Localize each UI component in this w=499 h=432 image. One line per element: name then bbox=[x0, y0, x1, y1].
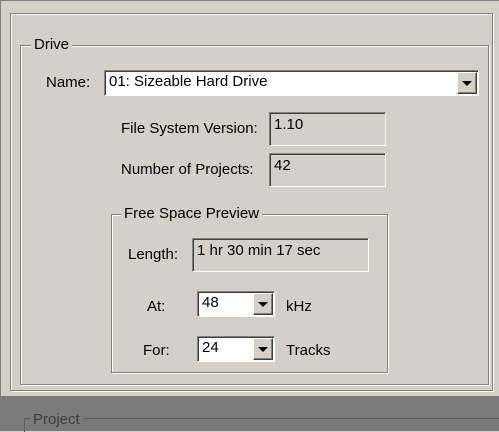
for-label: For: bbox=[143, 342, 170, 359]
chevron-down-icon bbox=[258, 346, 268, 352]
fs-version-field: 1.10 bbox=[269, 112, 386, 146]
length-label: Length: bbox=[128, 246, 179, 263]
num-projects-field: 42 bbox=[269, 153, 386, 187]
length-field: 1 hr 30 min 17 sec bbox=[192, 238, 369, 272]
drive-name-dropdown-button[interactable] bbox=[457, 72, 477, 94]
project-group-label: Project bbox=[30, 412, 83, 428]
drive-name-select[interactable]: 01: Sizeable Hard Drive bbox=[104, 70, 479, 96]
drive-group-label: Drive bbox=[31, 37, 73, 53]
drive-name-value: 01: Sizeable Hard Drive bbox=[109, 73, 268, 90]
chevron-down-icon bbox=[462, 80, 472, 86]
project-groupbox bbox=[24, 418, 499, 432]
for-value: 24 bbox=[202, 339, 219, 356]
free-space-group-label: Free Space Preview bbox=[121, 206, 263, 222]
chevron-down-icon bbox=[258, 301, 268, 307]
num-projects-label: Number of Projects: bbox=[121, 161, 254, 178]
for-dropdown-button[interactable] bbox=[253, 338, 273, 360]
at-unit-label: kHz bbox=[286, 298, 312, 315]
fs-version-label: File System Version: bbox=[121, 120, 258, 137]
at-dropdown-button[interactable] bbox=[253, 293, 273, 315]
num-projects-value: 42 bbox=[274, 157, 291, 174]
name-label: Name: bbox=[46, 74, 91, 91]
fs-version-value: 1.10 bbox=[274, 116, 304, 133]
for-unit-label: Tracks bbox=[286, 342, 331, 359]
at-label: At: bbox=[147, 298, 166, 315]
length-value: 1 hr 30 min 17 sec bbox=[197, 242, 321, 259]
project-section-disabled: Project bbox=[0, 396, 499, 432]
at-value: 48 bbox=[202, 294, 219, 311]
